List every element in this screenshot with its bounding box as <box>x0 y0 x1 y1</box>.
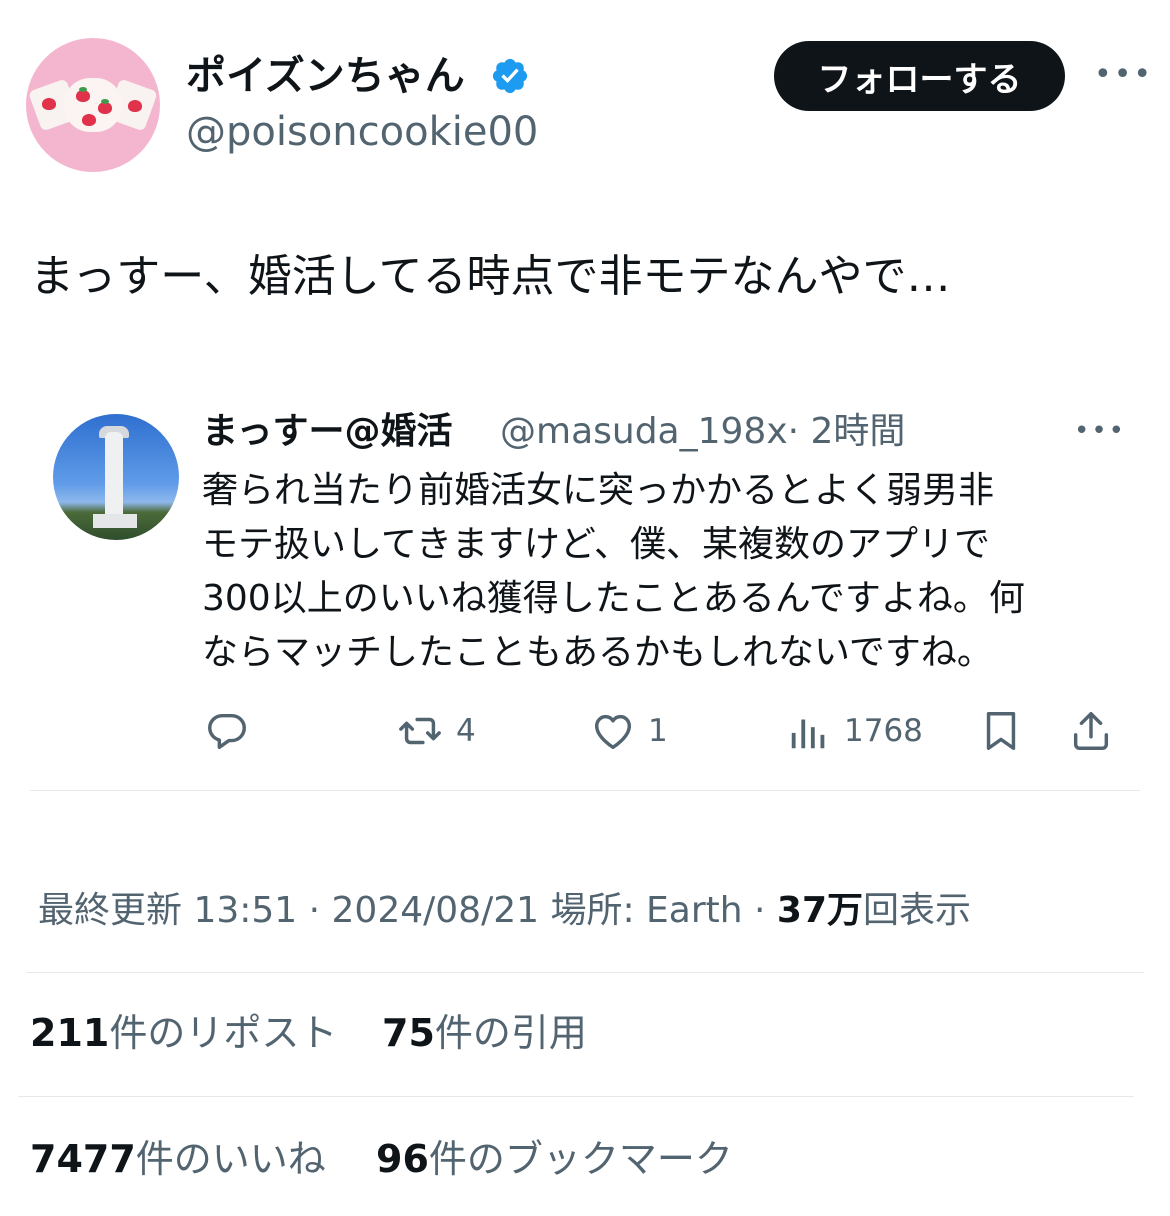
leaf-icon <box>79 87 87 92</box>
strawberry-icon <box>128 100 142 112</box>
quoted-more-icon[interactable]: ••• <box>1074 418 1126 444</box>
reply-icon <box>208 713 246 750</box>
quoted-text-line: 300以上のいいね獲得したことあるんですよね。何 <box>202 578 1025 619</box>
analytics-icon <box>791 719 825 749</box>
lighthouse-base <box>93 514 137 528</box>
like-button[interactable]: 1 <box>590 708 668 754</box>
divider <box>26 972 1144 973</box>
views-total: 37万 <box>776 890 864 931</box>
quoted-text-line: 奢られ当たり前婚活女に突っかかるとよく弱男非 <box>202 470 995 511</box>
quoted-time: · 2時間 <box>787 411 906 452</box>
repost-icon <box>399 717 441 745</box>
repost-button[interactable]: 4 <box>396 708 476 754</box>
reposts-stat[interactable]: 211件のリポスト <box>30 1006 337 1060</box>
quotes-stat[interactable]: 75件の引用 <box>382 1006 587 1060</box>
strawberry-icon <box>82 114 96 126</box>
quoted-text-line: ならマッチしたこともあるかもしれないですね。 <box>202 632 993 673</box>
bookmark-icon <box>986 712 1016 750</box>
repost-count: 4 <box>456 713 476 749</box>
likes-stat[interactable]: 7477件のいいね <box>30 1132 326 1186</box>
verified-badge-icon <box>490 56 530 96</box>
quoted-display-name[interactable]: まっすー@婚活 <box>202 406 453 458</box>
author-display-name[interactable]: ポイズンちゃん <box>186 48 465 104</box>
likes-label: 件のいいね <box>135 1137 326 1181</box>
likes-number: 7477 <box>30 1137 136 1181</box>
tweet-meta: 最終更新 13:51 · 2024/08/21 場所: Earth · 37万回… <box>38 886 971 936</box>
tweet-text: まっすー、婚活してる時点で非モテなんやで… <box>30 251 951 302</box>
share-icon <box>1073 712 1109 750</box>
reposts-number: 211 <box>30 1011 110 1055</box>
heart-icon <box>594 714 632 750</box>
bookmarks-stat[interactable]: 96件のブックマーク <box>376 1132 733 1186</box>
views-count: 1768 <box>844 713 923 749</box>
divider <box>18 1096 1134 1097</box>
quoted-handle[interactable]: @masuda_198x <box>500 411 788 452</box>
author-avatar[interactable] <box>26 38 160 172</box>
quoted-handle-time[interactable]: @masuda_198x· 2時間 <box>500 406 905 458</box>
follow-button[interactable]: フォローする <box>774 41 1065 111</box>
bookmarks-label: 件のブックマーク <box>428 1137 733 1181</box>
share-button[interactable] <box>1068 708 1114 754</box>
lighthouse-icon <box>105 432 123 522</box>
reply-button[interactable] <box>204 708 250 754</box>
author-handle[interactable]: @poisoncookie00 <box>186 104 538 160</box>
leaf-icon <box>101 99 109 104</box>
quoted-text-line: モテ扱いしてきますけど、僕、某複数のアプリで <box>202 524 991 565</box>
strawberry-icon <box>42 98 56 110</box>
bookmarks-number: 96 <box>376 1137 429 1181</box>
more-options-icon[interactable]: ••• <box>1094 60 1153 90</box>
views-button[interactable]: 1768 <box>786 708 923 754</box>
quoted-author-avatar[interactable] <box>53 414 179 540</box>
quotes-label: 件の引用 <box>434 1011 587 1055</box>
quotes-number: 75 <box>382 1011 435 1055</box>
meta-timestamp-location: 最終更新 13:51 · 2024/08/21 場所: Earth · <box>38 890 777 931</box>
quoted-text: 奢られ当たり前婚活女に突っかかるとよく弱男非 モテ扱いしてきますけど、僕、某複数… <box>202 464 1142 680</box>
divider <box>30 790 1140 791</box>
reposts-label: 件のリポスト <box>109 1011 338 1055</box>
views-suffix: 回表示 <box>863 890 972 931</box>
like-count: 1 <box>648 713 668 749</box>
bookmark-button[interactable] <box>978 708 1024 754</box>
